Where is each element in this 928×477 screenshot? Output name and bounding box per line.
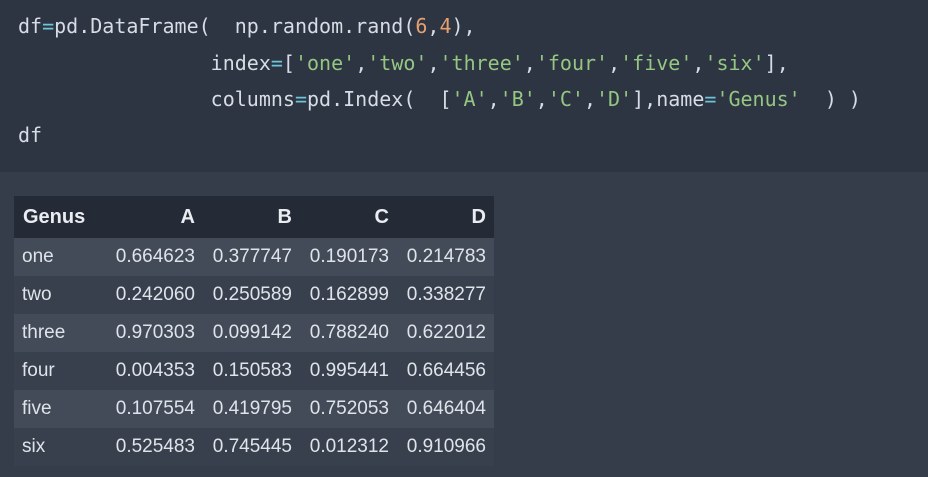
table-cell: 0.995441	[300, 352, 397, 390]
code-string: 'one'	[294, 51, 356, 75]
table-cell: 0.107554	[106, 390, 203, 428]
code-operator: =	[42, 14, 55, 38]
table-cell: 0.004353	[106, 352, 203, 390]
code-token: pd.Index( [	[307, 87, 452, 111]
table-cell: 0.162899	[300, 276, 397, 314]
output-area: Genus A B C D one 0.664623 0.377747 0.19…	[0, 172, 928, 477]
table-cell: 0.664623	[106, 238, 203, 276]
code-token: ,	[427, 14, 440, 38]
row-label: three	[14, 314, 106, 352]
table-cell: 0.012312	[300, 428, 397, 466]
row-label: four	[14, 352, 106, 390]
code-token: ,	[355, 51, 368, 75]
code-operator: =	[294, 87, 307, 111]
code-string: 'two'	[367, 51, 428, 75]
table-cell: 0.419795	[203, 390, 300, 428]
table-cell: 0.788240	[300, 314, 397, 352]
code-string: 'four'	[535, 51, 609, 75]
code-token: ) )	[800, 87, 861, 111]
code-string: 'five'	[620, 51, 693, 75]
table-header-row: Genus A B C D	[14, 196, 494, 238]
table-cell: 0.752053	[300, 390, 397, 428]
code-line-4: df	[18, 123, 43, 147]
code-operator: =	[704, 87, 717, 111]
table-cell: 0.622012	[397, 314, 494, 352]
table-cell: 0.190173	[300, 238, 397, 276]
column-header: A	[106, 196, 203, 238]
table-cell: 0.910966	[397, 428, 494, 466]
code-token: columns	[210, 87, 295, 111]
code-token: ,	[427, 51, 440, 75]
table-cell: 0.250589	[203, 276, 300, 314]
code-token: ],name	[632, 87, 705, 111]
table-cell: 0.377747	[203, 238, 300, 276]
table-cell: 0.099142	[203, 314, 300, 352]
table-row: three 0.970303 0.099142 0.788240 0.62201…	[14, 314, 494, 352]
table-cell: 0.525483	[106, 428, 203, 466]
dataframe-table: Genus A B C D one 0.664623 0.377747 0.19…	[14, 196, 494, 466]
table-row: six 0.525483 0.745445 0.012312 0.910966	[14, 428, 494, 466]
table-row: one 0.664623 0.377747 0.190173 0.214783	[14, 238, 494, 276]
code-token: ,	[535, 87, 548, 111]
code-token: index	[210, 51, 271, 75]
code-token: ,	[487, 87, 500, 111]
table-cell: 0.214783	[397, 238, 494, 276]
column-header: C	[300, 196, 397, 238]
table-cell: 0.970303	[106, 314, 203, 352]
code-operator: =	[270, 51, 283, 75]
table-cell: 0.150583	[203, 352, 300, 390]
code-token: ,	[692, 51, 705, 75]
table-cell: 0.338277	[397, 276, 494, 314]
row-label: two	[14, 276, 106, 314]
code-line-2: index=['one','two','three','four','five'…	[18, 51, 789, 75]
code-number: 4	[439, 14, 452, 38]
column-header: D	[397, 196, 494, 238]
code-token: ],	[764, 51, 789, 75]
code-string: 'D'	[596, 87, 633, 111]
table-cell: 0.745445	[203, 428, 300, 466]
table-row: two 0.242060 0.250589 0.162899 0.338277	[14, 276, 494, 314]
code-token: ),	[451, 14, 476, 38]
code-string: 'three'	[439, 51, 524, 75]
code-token: ,	[583, 87, 597, 111]
code-line-3: columns=pd.Index( ['A','B','C','D'],name…	[18, 87, 861, 111]
column-header: B	[203, 196, 300, 238]
code-token: ,	[523, 51, 536, 75]
table-cell: 0.242060	[106, 276, 203, 314]
code-string: 'six'	[704, 51, 765, 75]
code-line-1: df=pd.DataFrame( np.random.rand(6,4),	[18, 14, 476, 38]
code-token: ,	[608, 51, 621, 75]
row-label: five	[14, 390, 106, 428]
code-token: pd.DataFrame( np.random.rand(	[54, 14, 416, 38]
code-cell[interactable]: df=pd.DataFrame( np.random.rand(6,4), in…	[0, 0, 928, 172]
code-string: 'Genus'	[716, 87, 801, 111]
code-string: 'B'	[499, 87, 536, 111]
code-string: 'A'	[451, 87, 488, 111]
code-string: 'C'	[547, 87, 584, 111]
code-token: df	[18, 14, 43, 38]
index-name-header: Genus	[14, 196, 106, 238]
row-label: one	[14, 238, 106, 276]
table-row: five 0.107554 0.419795 0.752053 0.646404	[14, 390, 494, 428]
row-label: six	[14, 428, 106, 466]
table-cell: 0.646404	[397, 390, 494, 428]
code-number: 6	[415, 14, 428, 38]
code-token: [	[282, 51, 295, 75]
table-row: four 0.004353 0.150583 0.995441 0.664456	[14, 352, 494, 390]
table-cell: 0.664456	[397, 352, 494, 390]
